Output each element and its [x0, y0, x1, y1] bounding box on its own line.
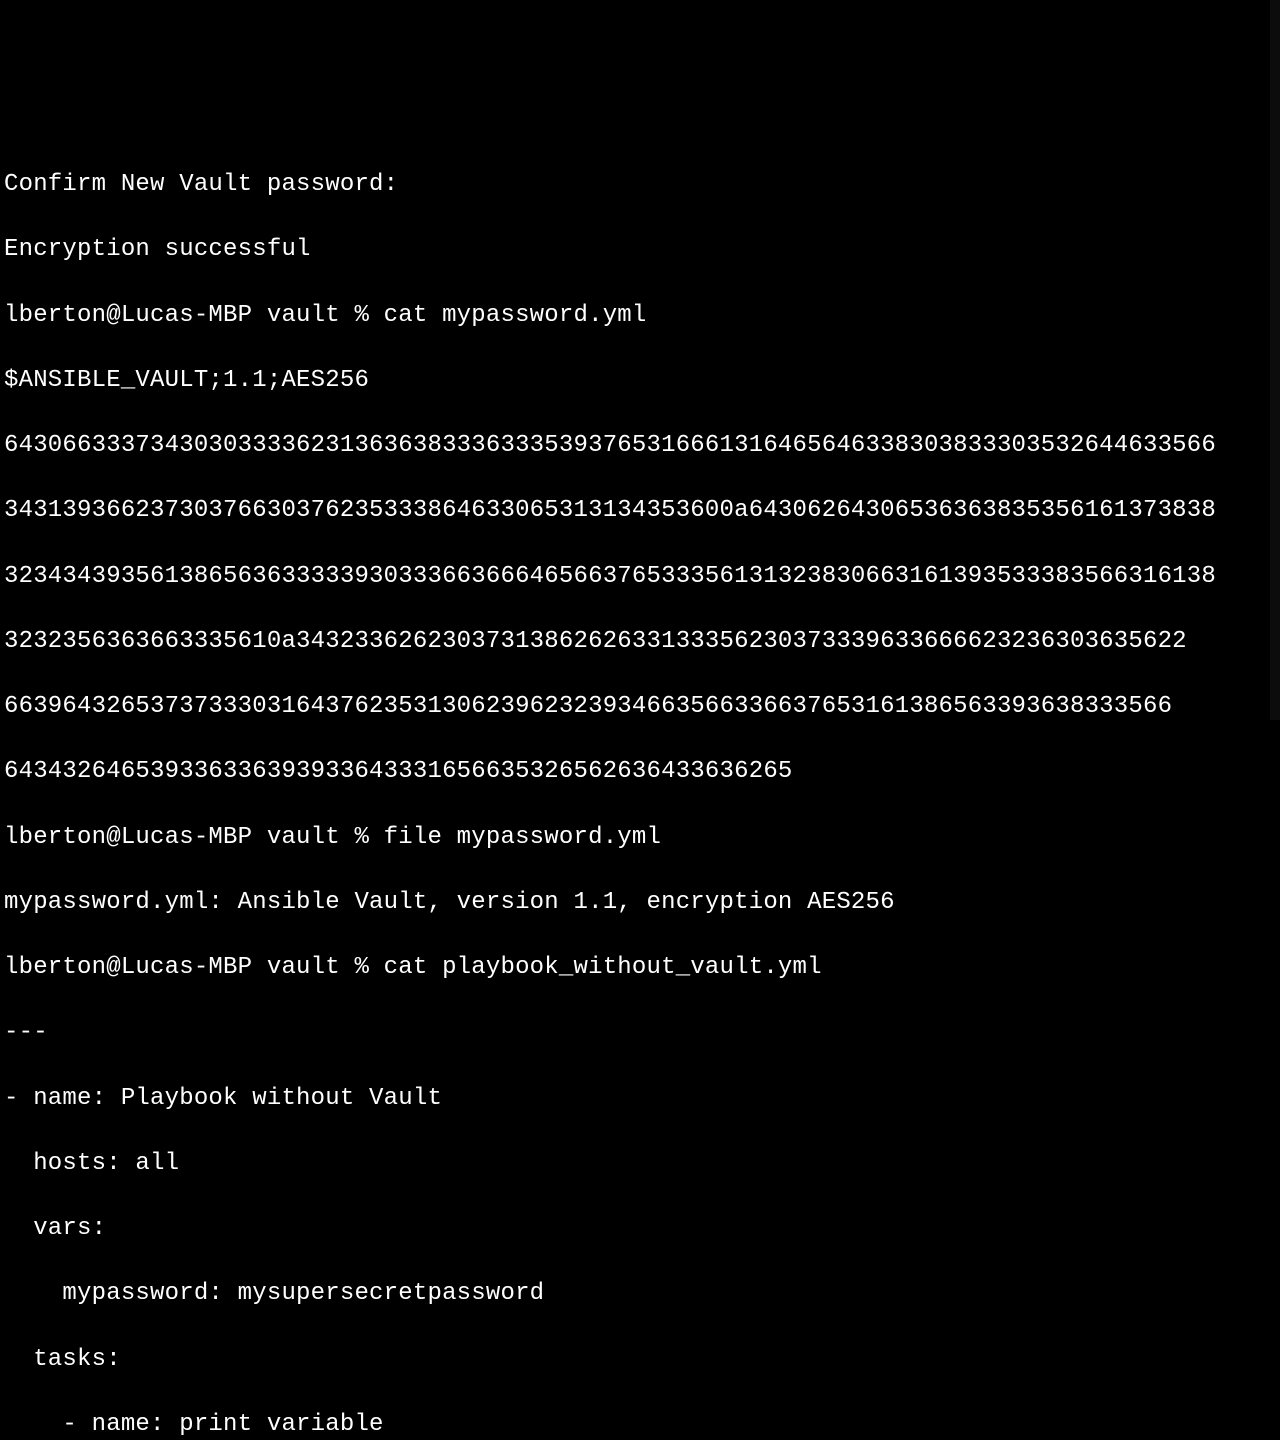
terminal-line: tasks:	[4, 1344, 1276, 1377]
terminal-line: lberton@Lucas-MBP vault % cat playbook_w…	[4, 952, 1276, 985]
terminal-line: 3232356363663335610a34323362623037313862…	[4, 626, 1276, 659]
terminal-line: $ANSIBLE_VAULT;1.1;AES256	[4, 365, 1276, 398]
terminal-line: 6434326465393363363939336433316566353265…	[4, 756, 1276, 789]
terminal-line: 6639643265373733303164376235313062396232…	[4, 691, 1276, 724]
terminal-line: 3431393662373037663037623533386463306531…	[4, 495, 1276, 528]
terminal-line: vars:	[4, 1213, 1276, 1246]
terminal-line: Encryption successful	[4, 234, 1276, 267]
terminal-line: 3234343935613865636333339303336636664656…	[4, 561, 1276, 594]
terminal-line: mypassword.yml: Ansible Vault, version 1…	[4, 887, 1276, 920]
terminal-line: ---	[4, 1017, 1276, 1050]
terminal-line: - name: print variable	[4, 1409, 1276, 1440]
terminal-line: lberton@Lucas-MBP vault % cat mypassword…	[4, 300, 1276, 333]
scrollbar[interactable]	[1270, 0, 1280, 720]
terminal-line: 6430663337343030333362313636383336333539…	[4, 430, 1276, 463]
terminal-output[interactable]: Confirm New Vault password: Encryption s…	[4, 137, 1276, 1440]
terminal-line: Confirm New Vault password:	[4, 169, 1276, 202]
terminal-line: lberton@Lucas-MBP vault % file mypasswor…	[4, 822, 1276, 855]
terminal-line: hosts: all	[4, 1148, 1276, 1181]
terminal-line: - name: Playbook without Vault	[4, 1083, 1276, 1116]
terminal-line: mypassword: mysupersecretpassword	[4, 1278, 1276, 1311]
